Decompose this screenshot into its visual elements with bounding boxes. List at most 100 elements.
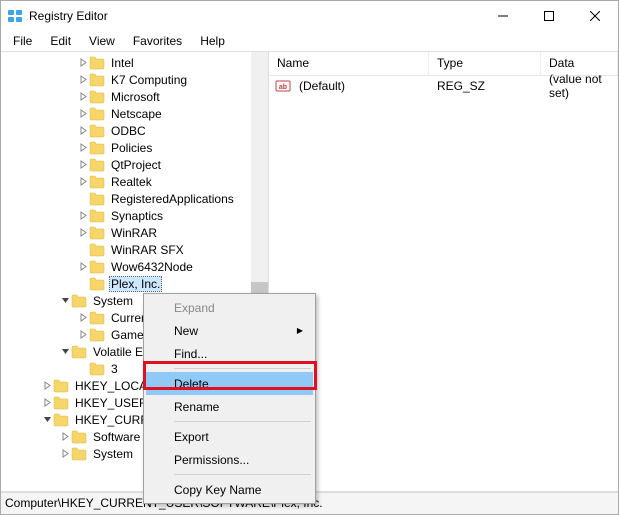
tree-item[interactable]: Policies (1, 139, 268, 156)
list-row[interactable]: ab (Default) REG_SZ (value not set) (269, 76, 618, 96)
folder-icon (89, 175, 105, 189)
tree-item[interactable]: QtProject (1, 156, 268, 173)
tree-item-label: RegisteredApplications (109, 192, 236, 206)
tree-item-label: Microsoft (109, 90, 162, 104)
expand-icon[interactable] (59, 432, 71, 441)
tree-item[interactable]: Intel (1, 54, 268, 71)
tree-item-label: ODBC (109, 124, 148, 138)
menu-item-delete[interactable]: Delete (146, 372, 313, 395)
tree-item[interactable]: Synaptics (1, 207, 268, 224)
tree-item[interactable]: ODBC (1, 122, 268, 139)
folder-icon (89, 243, 105, 257)
expand-icon[interactable] (59, 449, 71, 458)
collapse-icon[interactable] (59, 296, 71, 305)
minimize-button[interactable] (480, 1, 526, 31)
titlebar: Registry Editor (1, 1, 618, 31)
menu-item-copy-key-name[interactable]: Copy Key Name (146, 478, 313, 501)
menu-item-rename[interactable]: Rename (146, 395, 313, 418)
expand-icon[interactable] (77, 262, 89, 271)
expand-icon[interactable] (41, 398, 53, 407)
folder-icon (89, 141, 105, 155)
tree-item[interactable]: Realtek (1, 173, 268, 190)
expand-icon[interactable] (77, 126, 89, 135)
svg-text:ab: ab (279, 84, 287, 91)
menu-view[interactable]: View (81, 32, 123, 50)
expand-icon[interactable] (77, 109, 89, 118)
tree-item[interactable]: WinRAR (1, 224, 268, 241)
folder-icon (89, 328, 105, 342)
context-menu: ExpandNew▶Find... DeleteRename ExportPermi… (143, 293, 316, 504)
tree-item-label: Game (109, 328, 146, 342)
value-data: (value not set) (541, 72, 618, 100)
tree-item-label: Software (91, 430, 142, 444)
expand-icon[interactable] (77, 330, 89, 339)
tree-item-label: Plex, Inc. (109, 276, 162, 292)
menu-separator (174, 368, 311, 369)
folder-icon (53, 379, 69, 393)
window-controls (480, 1, 618, 31)
expand-icon[interactable] (77, 143, 89, 152)
expand-icon[interactable] (77, 313, 89, 322)
folder-icon (89, 260, 105, 274)
expand-icon[interactable] (77, 228, 89, 237)
tree-item-label: Realtek (109, 175, 154, 189)
folder-icon (89, 73, 105, 87)
tree-item-label: K7 Computing (109, 73, 189, 87)
expand-icon[interactable] (77, 75, 89, 84)
tree-item-label: 3 (109, 362, 120, 376)
collapse-icon[interactable] (41, 415, 53, 424)
menu-item-permissions[interactable]: Permissions... (146, 448, 313, 471)
tree-item[interactable]: K7 Computing (1, 71, 268, 88)
folder-icon (89, 209, 105, 223)
expand-icon[interactable] (41, 381, 53, 390)
string-value-icon: ab (275, 78, 291, 94)
menu-favorites[interactable]: Favorites (125, 32, 190, 50)
maximize-button[interactable] (526, 1, 572, 31)
folder-icon (89, 107, 105, 121)
collapse-icon[interactable] (59, 347, 71, 356)
tree-item-label: System (91, 447, 135, 461)
menu-item-find[interactable]: Find... (146, 342, 313, 365)
folder-icon (89, 277, 105, 291)
tree-item-label: Wow6432Node (109, 260, 195, 274)
menu-item-expand: Expand (146, 296, 313, 319)
folder-icon (89, 158, 105, 172)
folder-icon (71, 447, 87, 461)
chevron-right-icon: ▶ (297, 326, 303, 335)
menu-separator (174, 474, 311, 475)
folder-icon (71, 430, 87, 444)
folder-icon (89, 192, 105, 206)
menu-help[interactable]: Help (192, 32, 233, 50)
tree-item-label: QtProject (109, 158, 163, 172)
tree-item[interactable]: RegisteredApplications (1, 190, 268, 207)
expand-icon[interactable] (77, 92, 89, 101)
tree-item-label: Netscape (109, 107, 164, 121)
tree-item[interactable]: Plex, Inc. (1, 275, 268, 292)
close-button[interactable] (572, 1, 618, 31)
folder-icon (89, 124, 105, 138)
expand-icon[interactable] (77, 58, 89, 67)
folder-icon (89, 362, 105, 376)
menubar: File Edit View Favorites Help (1, 31, 618, 51)
tree-item[interactable]: WinRAR SFX (1, 241, 268, 258)
col-header-name[interactable]: Name (269, 52, 429, 75)
list-pane[interactable]: Name Type Data ab (Default) REG_SZ (valu… (269, 52, 618, 491)
folder-icon (71, 294, 87, 308)
folder-icon (71, 345, 87, 359)
expand-icon[interactable] (77, 160, 89, 169)
expand-icon[interactable] (77, 211, 89, 220)
menu-item-export[interactable]: Export (146, 425, 313, 448)
expand-icon[interactable] (77, 177, 89, 186)
tree-item-label: Policies (109, 141, 154, 155)
col-header-type[interactable]: Type (429, 52, 541, 75)
tree-item-label: WinRAR (109, 226, 159, 240)
menu-edit[interactable]: Edit (42, 32, 79, 50)
folder-icon (53, 396, 69, 410)
menu-item-new[interactable]: New▶ (146, 319, 313, 342)
tree-item[interactable]: Netscape (1, 105, 268, 122)
folder-icon (89, 311, 105, 325)
tree-item[interactable]: Wow6432Node (1, 258, 268, 275)
tree-item[interactable]: Microsoft (1, 88, 268, 105)
tree-item-label: Synaptics (109, 209, 165, 223)
menu-file[interactable]: File (5, 32, 40, 50)
